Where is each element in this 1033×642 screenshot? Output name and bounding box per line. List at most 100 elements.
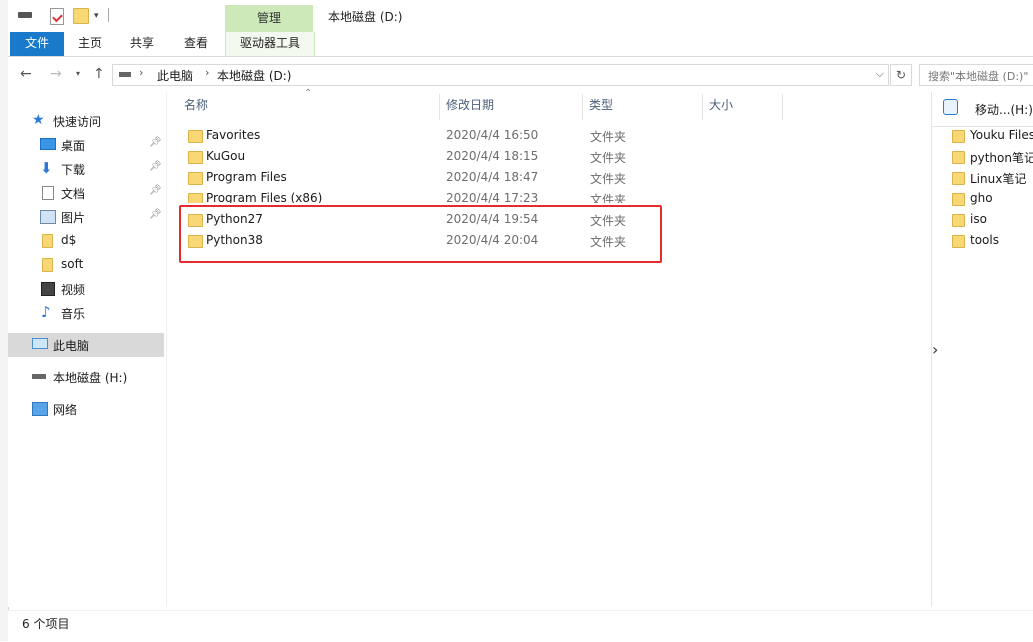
tab-view[interactable]: 查看 bbox=[168, 32, 224, 56]
file-type: 文件夹 bbox=[590, 151, 627, 165]
column-divider[interactable] bbox=[439, 94, 440, 120]
forward-arrow-icon[interactable]: → bbox=[50, 66, 62, 82]
drive-icon bbox=[32, 374, 46, 379]
nav-item-d-share[interactable]: d$ bbox=[8, 229, 164, 253]
folder-icon bbox=[188, 130, 203, 143]
file-date: 2020/4/4 16:50 bbox=[446, 128, 539, 142]
nav-item-pictures[interactable]: 图片 📌︎ bbox=[8, 205, 164, 229]
file-type: 文件夹 bbox=[590, 193, 627, 203]
nav-item-soft[interactable]: soft bbox=[8, 253, 164, 277]
column-divider[interactable] bbox=[702, 94, 703, 120]
column-header-size[interactable]: 大小 bbox=[709, 92, 733, 120]
folder-icon bbox=[952, 193, 965, 206]
column-header-date[interactable]: 修改日期 bbox=[446, 92, 494, 120]
address-bar[interactable]: › 此电脑 › 本地磁盘 (D:) ⌵ bbox=[112, 64, 889, 86]
nav-label: 文档 bbox=[61, 187, 86, 201]
side-pane-header[interactable]: 移动...(H:) bbox=[932, 92, 1033, 127]
drive-icon bbox=[119, 72, 131, 77]
tab-file[interactable]: 文件 bbox=[10, 32, 64, 56]
file-list: ⌃ 名称 修改日期 类型 大小 Favorites 2020/4/4 16:50… bbox=[167, 88, 931, 607]
file-type: 文件夹 bbox=[590, 172, 627, 186]
refresh-icon[interactable]: ↻ bbox=[890, 64, 912, 86]
folder-icon bbox=[952, 235, 965, 248]
file-date: 2020/4/4 18:47 bbox=[446, 170, 539, 184]
manage-context-tab[interactable]: 管理 bbox=[225, 5, 313, 32]
tab-share[interactable]: 共享 bbox=[116, 32, 168, 56]
nav-label: 桌面 bbox=[61, 139, 86, 153]
title-bar: ▾ 管理 本地磁盘 (D:) bbox=[8, 0, 1033, 32]
nav-quick-access[interactable]: ★ 快速访问 bbox=[8, 109, 164, 133]
download-icon: ⬇ bbox=[40, 159, 53, 177]
annotation-highlight-box bbox=[179, 205, 662, 263]
file-name: KuGou bbox=[206, 149, 246, 163]
navigation-pane: ★ 快速访问 桌面 📌︎ ⬇ 下载 📌︎ 文档 📌︎ 图片 📌︎ d$ soft… bbox=[8, 92, 167, 607]
nav-label: 本地磁盘 (H:) bbox=[53, 371, 128, 385]
folder-icon bbox=[952, 214, 965, 227]
file-date: 2020/4/4 18:15 bbox=[446, 149, 539, 163]
picture-icon bbox=[40, 210, 56, 224]
search-placeholder: 搜索"本地磁盘 (D:)" bbox=[928, 70, 1029, 83]
file-name: Favorites bbox=[206, 128, 261, 142]
folder-name: Linux笔记 bbox=[970, 172, 1027, 186]
sort-ascending-icon: ⌃ bbox=[304, 88, 313, 99]
back-arrow-icon[interactable]: ← bbox=[20, 66, 32, 82]
tab-drive-tools[interactable]: 驱动器工具 bbox=[225, 32, 315, 56]
nav-label: d$ bbox=[61, 233, 77, 247]
file-type: 文件夹 bbox=[590, 130, 627, 144]
nav-label: 此电脑 bbox=[53, 339, 90, 353]
network-icon bbox=[32, 402, 48, 416]
folder-icon bbox=[952, 130, 965, 143]
nav-item-network[interactable]: 网络 bbox=[8, 397, 164, 421]
nav-item-documents[interactable]: 文档 📌︎ bbox=[8, 181, 164, 205]
column-divider[interactable] bbox=[782, 94, 783, 120]
folder-icon bbox=[42, 258, 53, 272]
file-name: Program Files bbox=[206, 170, 287, 184]
breadcrumb-drive-d[interactable]: 本地磁盘 (D:) bbox=[217, 67, 291, 84]
folder-icon bbox=[188, 172, 203, 185]
tab-home[interactable]: 主页 bbox=[64, 32, 116, 56]
chevron-right-icon[interactable]: › bbox=[932, 340, 948, 360]
column-header-type[interactable]: 类型 bbox=[589, 92, 613, 120]
pin-icon[interactable]: 📌︎ bbox=[149, 209, 162, 220]
folder-name: gho bbox=[970, 191, 993, 205]
column-header-name[interactable]: 名称 bbox=[184, 92, 208, 120]
table-row[interactable]: Program Files 2020/4/4 18:47 文件夹 bbox=[177, 168, 917, 189]
music-icon: ♪ bbox=[41, 303, 51, 321]
desktop-icon bbox=[40, 138, 56, 150]
nav-label: 音乐 bbox=[61, 307, 86, 321]
nav-item-drive-h[interactable]: 本地磁盘 (H:) bbox=[8, 365, 164, 389]
nav-item-videos[interactable]: 视频 bbox=[8, 277, 164, 301]
table-row[interactable]: Program Files (x86) 2020/4/4 17:23 文件夹 bbox=[177, 189, 917, 203]
file-name: Program Files (x86) bbox=[206, 191, 323, 203]
recent-locations-chevron-icon[interactable]: ▾ bbox=[76, 69, 80, 78]
new-folder-icon[interactable] bbox=[73, 8, 89, 24]
nav-label: 图片 bbox=[61, 211, 86, 225]
nav-label: soft bbox=[61, 257, 84, 271]
up-arrow-icon[interactable]: ↑ bbox=[93, 66, 105, 82]
search-input[interactable]: 搜索"本地磁盘 (D:)" bbox=[919, 64, 1033, 86]
pin-icon[interactable]: 📌︎ bbox=[149, 185, 162, 196]
table-row[interactable]: KuGou 2020/4/4 18:15 文件夹 bbox=[177, 147, 917, 168]
folder-name: iso bbox=[970, 212, 987, 226]
nav-item-downloads[interactable]: ⬇ 下载 📌︎ bbox=[8, 157, 164, 181]
side-pane: 移动...(H:) › Youku Files python笔记 Linux笔记… bbox=[931, 92, 1033, 607]
breadcrumb-chevron-icon[interactable]: › bbox=[205, 66, 209, 79]
column-divider[interactable] bbox=[582, 94, 583, 120]
pin-icon[interactable]: 📌︎ bbox=[149, 161, 162, 172]
properties-icon[interactable] bbox=[50, 8, 64, 25]
pin-icon[interactable]: 📌︎ bbox=[149, 137, 162, 148]
quick-access-toolbar-dropdown-icon[interactable]: ▾ bbox=[94, 11, 99, 21]
star-icon: ★ bbox=[32, 112, 45, 128]
toolbar-divider bbox=[108, 8, 109, 22]
status-bar: 6 个项目 bbox=[8, 610, 1033, 642]
item-count: 6 个项目 bbox=[22, 617, 70, 631]
nav-item-this-pc[interactable]: 此电脑 bbox=[8, 333, 164, 357]
table-row[interactable]: Favorites 2020/4/4 16:50 文件夹 bbox=[177, 126, 917, 147]
nav-item-desktop[interactable]: 桌面 📌︎ bbox=[8, 133, 164, 157]
address-dropdown-icon[interactable]: ⌵ bbox=[876, 67, 884, 81]
document-icon bbox=[42, 186, 54, 200]
folder-name: tools bbox=[970, 233, 999, 247]
nav-item-music[interactable]: ♪ 音乐 bbox=[8, 301, 164, 325]
breadcrumb-chevron-icon[interactable]: › bbox=[139, 66, 143, 79]
breadcrumb-this-pc[interactable]: 此电脑 bbox=[157, 67, 193, 84]
